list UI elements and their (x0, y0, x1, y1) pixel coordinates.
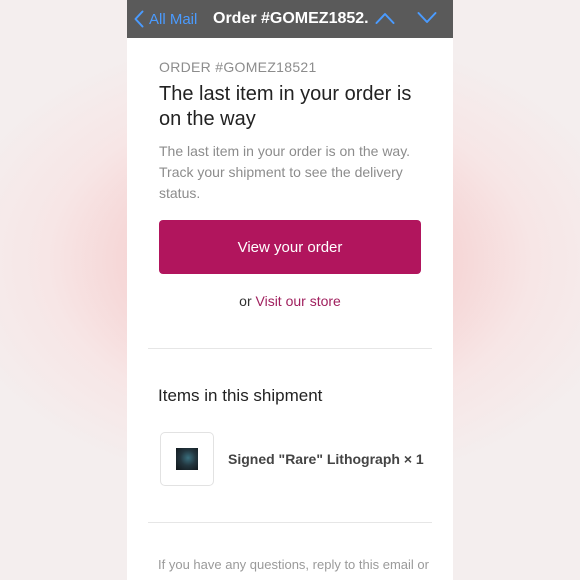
back-to-all-mail-button[interactable]: All Mail (134, 9, 197, 29)
back-label: All Mail (149, 10, 198, 28)
email-viewer: All Mail Order #GOMEZ1852... ORDER #GOME… (127, 0, 453, 580)
visit-store-link[interactable]: Visit our store (256, 293, 341, 309)
mail-navbar: All Mail Order #GOMEZ1852... (127, 0, 453, 38)
item-name: Signed "Rare" Lithograph × 1 (228, 451, 424, 467)
divider (148, 522, 432, 523)
store-link-line: or Visit our store (127, 293, 453, 309)
shipment-section-title: Items in this shipment (158, 386, 323, 405)
footer-text: If you have any questions, reply to this… (158, 557, 429, 572)
chevron-left-icon (134, 10, 144, 28)
order-number: ORDER #GOMEZ18521 (159, 59, 317, 75)
divider (148, 348, 432, 349)
email-subject-title: Order #GOMEZ1852... (213, 10, 369, 27)
email-description: The last item in your order is on the wa… (159, 143, 411, 201)
email-headline: The last item in your order is on the wa… (159, 83, 412, 130)
lithograph-image (176, 448, 198, 470)
previous-email-button[interactable] (375, 11, 395, 30)
or-text: or (239, 293, 252, 309)
item-thumbnail (160, 432, 214, 486)
next-email-button[interactable] (417, 11, 437, 30)
chevron-down-icon (417, 12, 437, 23)
view-order-button[interactable]: View your order (159, 220, 421, 274)
chevron-up-icon (375, 13, 395, 24)
